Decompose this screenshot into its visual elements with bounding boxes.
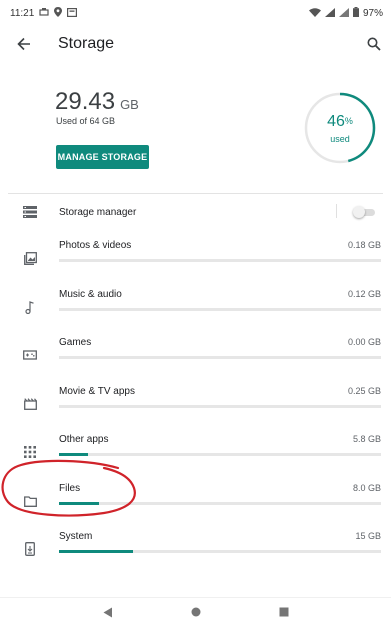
category-usage-fill (59, 453, 88, 456)
music-note-icon (22, 299, 38, 315)
status-right: 97% (308, 7, 383, 19)
search-icon (367, 37, 381, 51)
category-size: 0.00 GB (347, 337, 381, 347)
back-button[interactable] (0, 26, 48, 62)
used-unit: GB (120, 97, 139, 112)
category-label: Photos & videos (59, 240, 132, 251)
battery-percent: 97% (362, 7, 383, 19)
battery-icon (352, 7, 359, 19)
signal-icon (324, 7, 335, 19)
category-label: System (59, 531, 93, 542)
category-row-games[interactable]: Games 0.00 GB (0, 335, 391, 384)
category-usage-bar (59, 502, 381, 505)
divider (8, 193, 383, 194)
category-usage-fill (59, 550, 134, 553)
storage-manager-icon (22, 204, 38, 220)
category-usage-bar (59, 308, 381, 311)
screenshot-icon (67, 7, 78, 19)
storage-manager-row[interactable]: Storage manager (0, 197, 391, 227)
nav-back-icon (103, 607, 112, 617)
category-size: 0.12 GB (347, 289, 381, 299)
usage-ring-label: 46% used (304, 92, 376, 164)
category-usage-bar (59, 453, 381, 456)
category-row-movies[interactable]: Movie & TV apps 0.25 GB (0, 384, 391, 433)
category-row-music[interactable]: Music & audio 0.12 GB (0, 287, 391, 336)
category-label: Games (59, 337, 92, 348)
used-amount: 29.43 GB (55, 88, 139, 116)
nav-back-button[interactable] (100, 604, 116, 620)
usage-percent: 46% (327, 112, 353, 130)
category-usage-fill (59, 502, 100, 505)
page-title: Storage (58, 35, 115, 52)
nav-home-icon (191, 607, 200, 617)
status-bar: 11:21 97% (0, 0, 391, 26)
category-usage-bar (59, 405, 381, 408)
category-row-other-apps[interactable]: Other apps 5.8 GB (0, 432, 391, 481)
storage-manager-toggle[interactable] (353, 206, 375, 218)
notification-icon (39, 7, 49, 19)
nav-recents-icon (279, 607, 288, 617)
nav-home-button[interactable] (188, 604, 204, 620)
apps-grid-icon (22, 444, 38, 460)
photos-icon (22, 250, 38, 266)
category-label: Other apps (59, 434, 109, 445)
navigation-bar (0, 597, 391, 626)
category-usage-bar (59, 356, 381, 359)
toggle-thumb (353, 206, 365, 218)
system-update-icon (22, 541, 38, 557)
manage-storage-button[interactable]: MANAGE STORAGE (56, 145, 149, 169)
status-left: 11:21 (10, 7, 78, 19)
used-value: 29.43 (55, 88, 116, 115)
category-size: 5.8 GB (352, 434, 381, 444)
category-label: Movie & TV apps (59, 386, 135, 397)
usage-used-label: used (330, 133, 350, 144)
category-size: 8.0 GB (352, 483, 381, 493)
movie-icon (22, 396, 38, 412)
category-row-system[interactable]: System 15 GB (0, 529, 391, 578)
category-row-photos[interactable]: Photos & videos 0.18 GB (0, 238, 391, 287)
arrow-back-icon (17, 37, 30, 51)
category-usage-bar (59, 550, 381, 553)
category-label: Music & audio (59, 289, 122, 300)
status-time: 11:21 (10, 7, 35, 19)
toggle-separator (336, 204, 337, 218)
category-size: 0.25 GB (347, 386, 381, 396)
category-usage-bar (59, 259, 381, 262)
category-size: 15 GB (355, 531, 381, 541)
used-of-total: Used of 64 GB (56, 116, 116, 126)
category-row-files[interactable]: Files 8.0 GB (0, 481, 391, 530)
signal-icon-2 (338, 7, 349, 19)
storage-manager-label: Storage manager (59, 206, 137, 218)
search-button[interactable] (359, 26, 389, 62)
nav-recents-button[interactable] (276, 604, 292, 620)
gamepad-icon (22, 347, 38, 363)
category-size: 0.18 GB (347, 240, 381, 250)
app-bar: Storage (0, 26, 391, 62)
location-icon (54, 7, 63, 19)
category-label: Files (59, 483, 81, 494)
storage-summary: 29.43 GB Used of 64 GB MANAGE STORAGE 46… (0, 62, 391, 192)
wifi-icon (308, 7, 321, 19)
folder-icon (22, 493, 38, 509)
